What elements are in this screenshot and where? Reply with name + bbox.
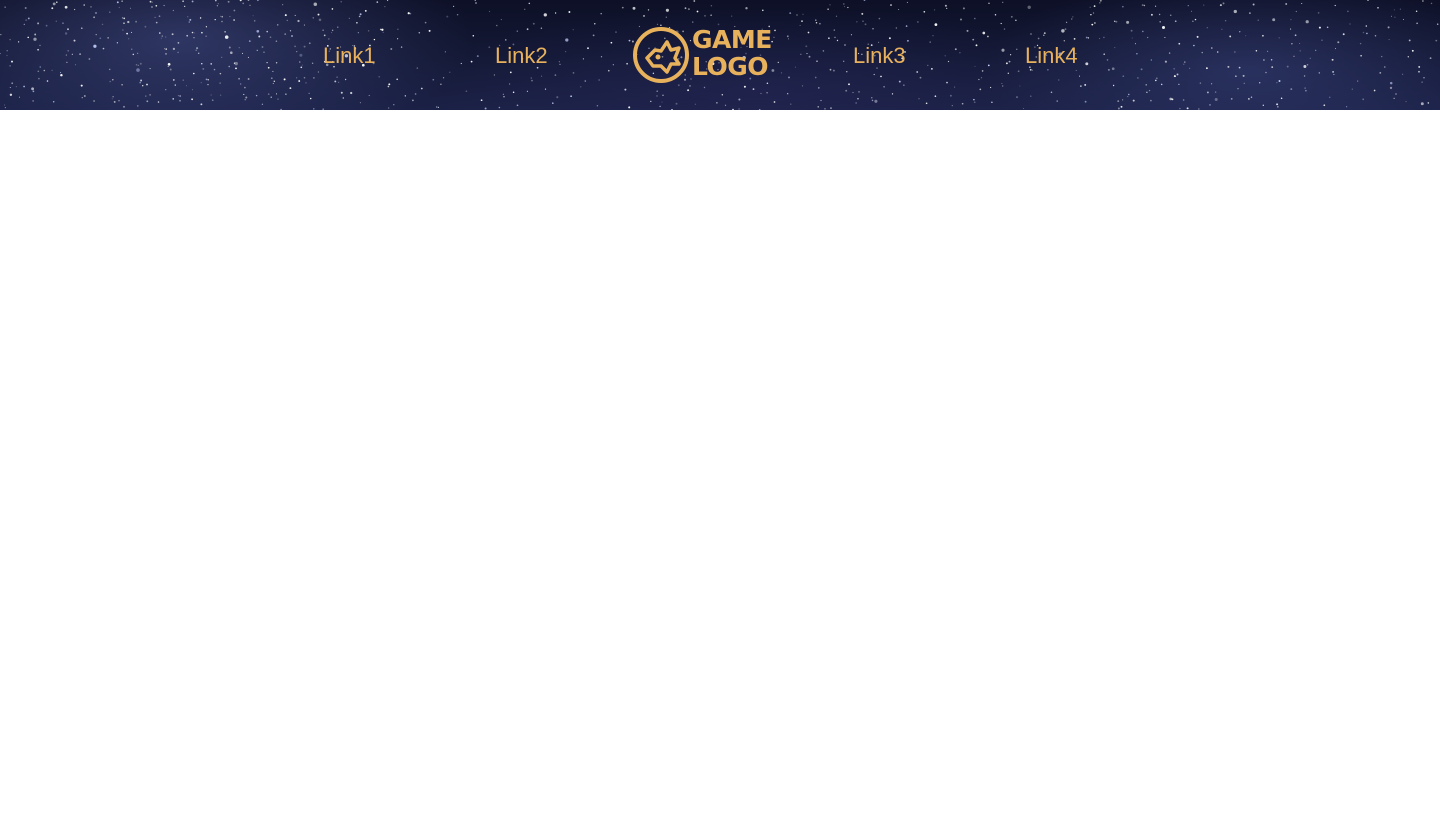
nav-link-3[interactable]: Link3: [853, 40, 906, 72]
nav-link-2[interactable]: Link2: [495, 40, 548, 72]
page-content: [0, 110, 1440, 814]
logo-wordmark: GAME LOGO: [692, 26, 780, 80]
nav-link-4[interactable]: Link4: [1025, 40, 1078, 72]
logo-line-1: GAME: [692, 25, 772, 54]
main-nav: Link1 Link2 GAME LOGO Link3 Link4: [0, 0, 1440, 110]
site-header: Link1 Link2 GAME LOGO Link3 Link4: [0, 0, 1440, 110]
game-logo[interactable]: GAME LOGO: [631, 24, 781, 86]
nav-link-1[interactable]: Link1: [323, 40, 376, 72]
logo-line-2: LOGO: [692, 52, 769, 81]
wolf-head-icon: [633, 27, 689, 83]
